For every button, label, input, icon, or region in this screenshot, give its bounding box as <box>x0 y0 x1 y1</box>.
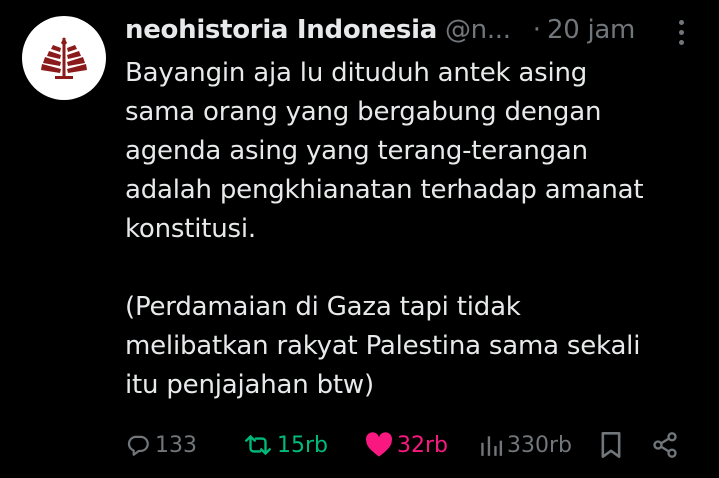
action-bar: 133 15rb 32rb 330rb <box>125 425 695 465</box>
tweet[interactable]: neohistoria Indonesia @n... · 20 jam Bay… <box>0 0 719 478</box>
author-handle[interactable]: @n... <box>445 15 511 45</box>
views-button[interactable]: 330rb <box>479 425 572 465</box>
repost-icon <box>245 435 271 455</box>
repost-button[interactable]: 15rb <box>243 425 328 465</box>
repost-count: 15rb <box>277 432 329 458</box>
timestamp[interactable]: 20 jam <box>547 15 635 45</box>
neohistoria-logo-icon <box>41 37 87 79</box>
share-icon <box>653 432 677 458</box>
separator-dot: · <box>532 15 542 45</box>
reply-icon <box>127 435 149 456</box>
tweet-text: Bayangin aja lu dituduh antek asing sama… <box>125 58 644 400</box>
view-count: 330rb <box>507 432 573 458</box>
avatar[interactable] <box>22 16 106 100</box>
reply-count: 133 <box>155 432 197 458</box>
more-vertical-icon[interactable] <box>677 20 685 46</box>
reply-button[interactable]: 133 <box>125 425 197 465</box>
heart-icon <box>366 432 392 457</box>
views-icon <box>481 436 503 456</box>
bookmark-button[interactable] <box>599 425 627 465</box>
like-count: 32rb <box>397 432 449 458</box>
author-name[interactable]: neohistoria Indonesia <box>125 15 437 45</box>
bookmark-icon <box>601 432 621 458</box>
tweet-header: neohistoria Indonesia @n... · 20 jam <box>125 12 705 48</box>
share-button[interactable] <box>651 425 683 465</box>
like-button[interactable]: 32rb <box>365 425 448 465</box>
